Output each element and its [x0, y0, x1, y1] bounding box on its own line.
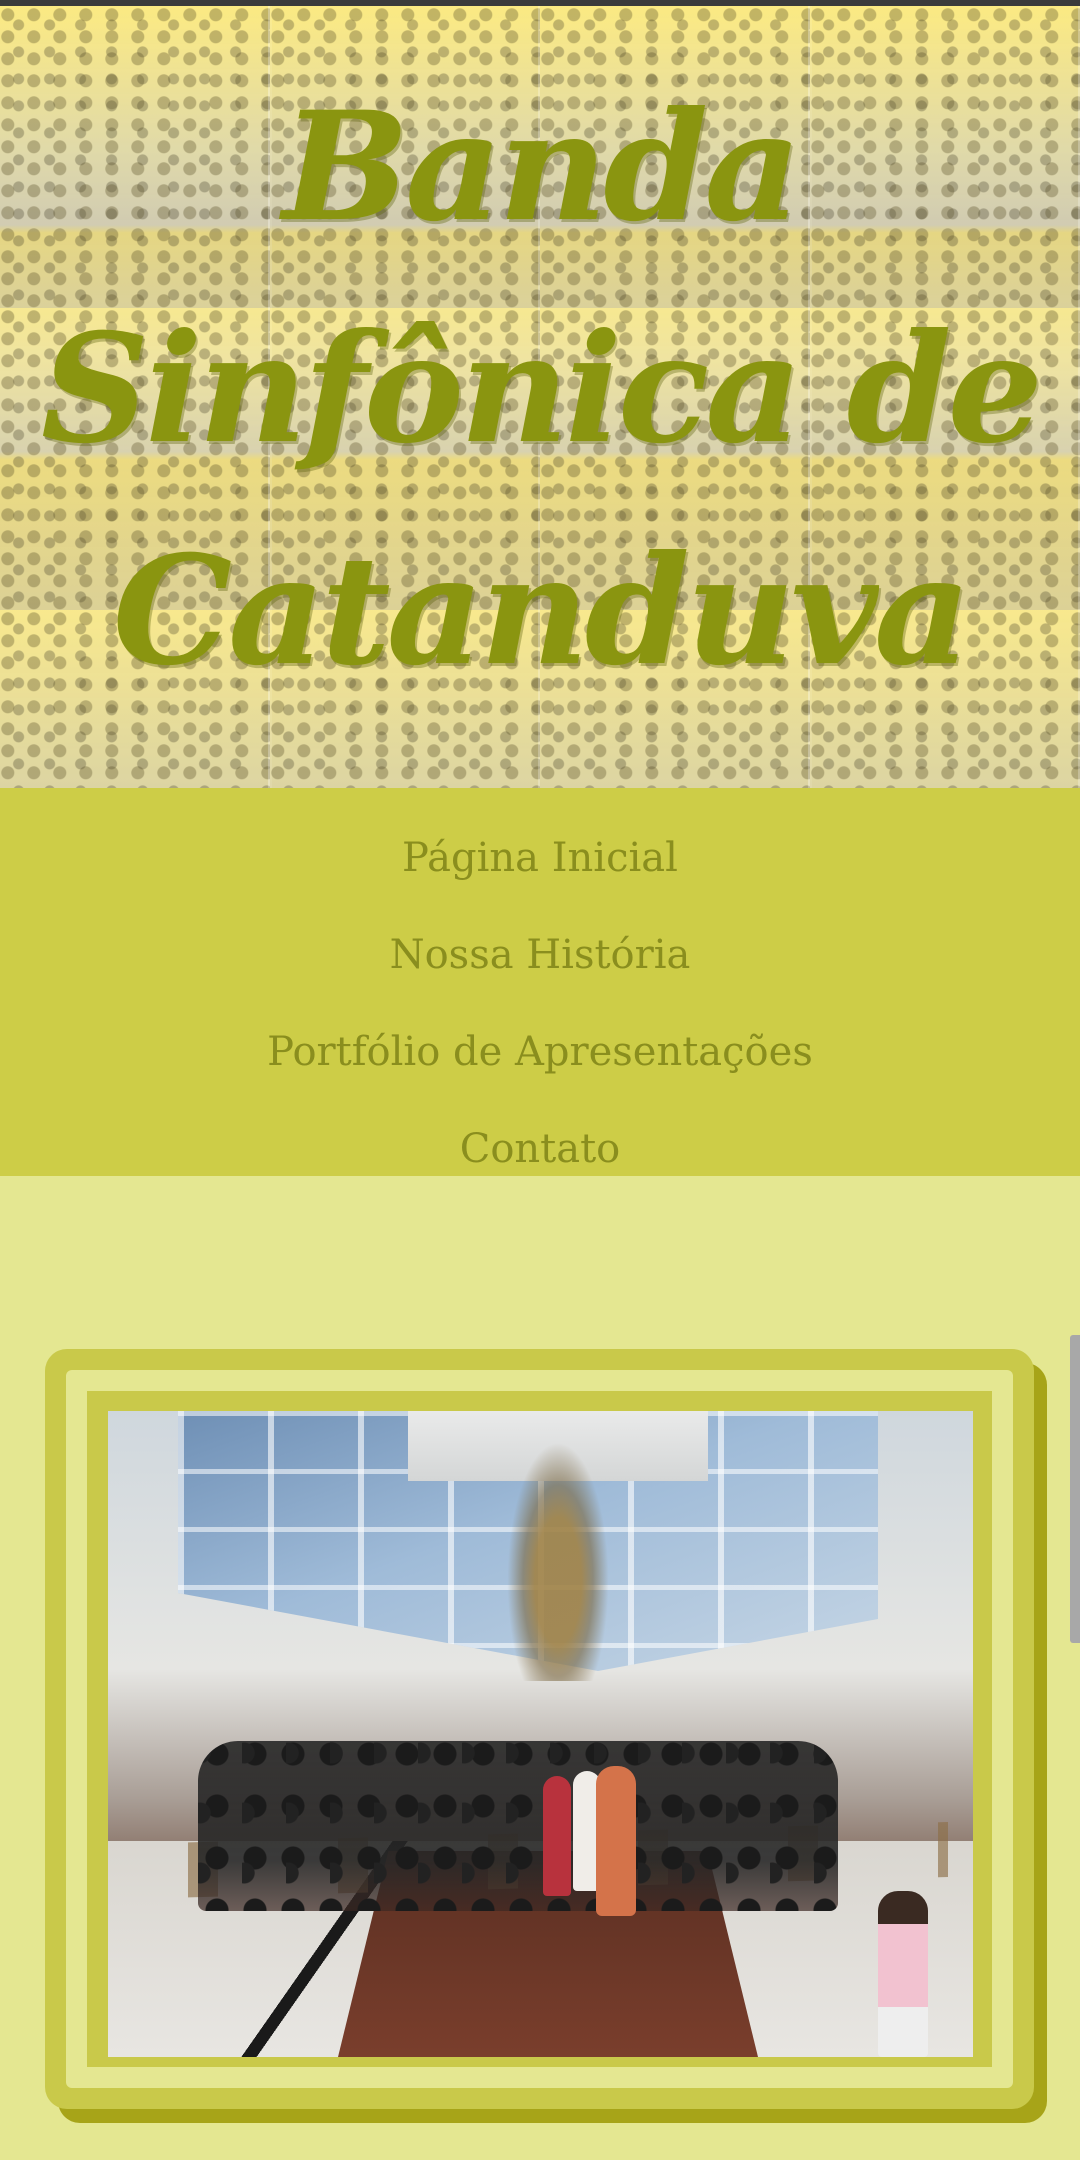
- site-title: Banda Sinfônica de Catanduva: [0, 56, 1080, 722]
- site-title-line: Catanduva: [112, 523, 971, 699]
- photo-chandelier: [503, 1431, 613, 1681]
- photo-child: [878, 1891, 928, 2057]
- band-group-photo: [108, 1411, 973, 2057]
- nav-link-home[interactable]: Página Inicial: [402, 810, 678, 907]
- hero-banner: Banda Sinfônica de Catanduva: [0, 6, 1080, 788]
- photo-figure: [543, 1776, 571, 1896]
- photo-band-members: [198, 1741, 838, 1911]
- nav-link-history[interactable]: Nossa História: [390, 907, 691, 1004]
- photo-figure: [596, 1766, 636, 1916]
- site-title-line: Banda: [282, 79, 801, 255]
- page-scrollbar[interactable]: [1070, 1335, 1080, 1643]
- nav-link-portfolio[interactable]: Portfólio de Apresentações: [267, 1004, 813, 1101]
- main-navigation: Página Inicial Nossa História Portfólio …: [0, 788, 1080, 1176]
- site-title-line: Sinfônica de: [40, 301, 1043, 477]
